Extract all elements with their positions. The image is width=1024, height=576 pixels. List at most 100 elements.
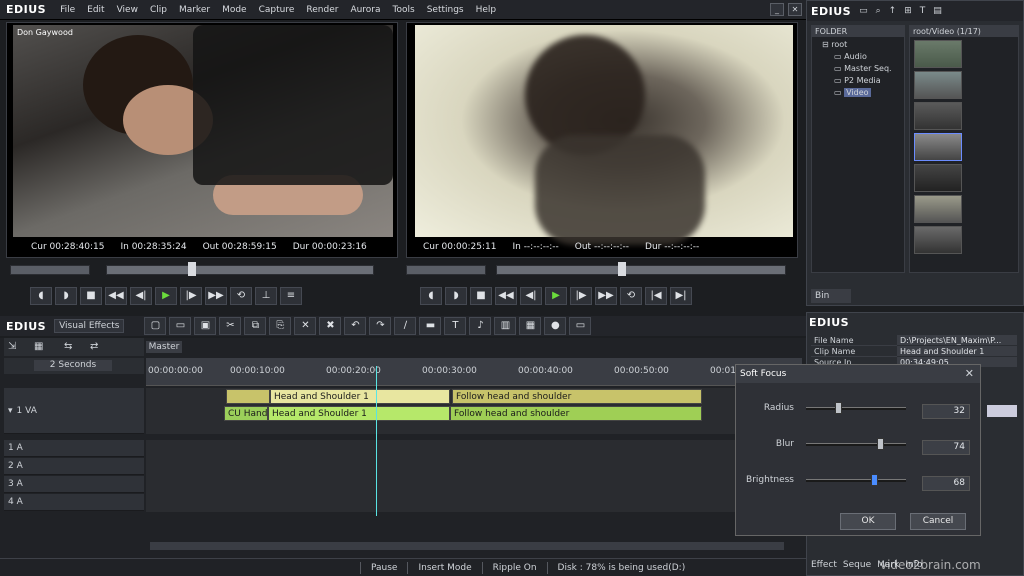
open-project-icon[interactable]: ▭: [169, 317, 192, 335]
timeline-cursor[interactable]: [376, 366, 377, 516]
step-forward-button[interactable]: |▶: [180, 287, 202, 305]
new-bin-icon[interactable]: ⊞: [904, 6, 912, 16]
redo-icon[interactable]: ↷: [369, 317, 392, 335]
brightness-slider[interactable]: [806, 474, 906, 486]
rec-step-back-button[interactable]: ◀|: [520, 287, 542, 305]
set-in-button[interactable]: ◖: [30, 287, 52, 305]
clip-cu-hand[interactable]: CU Hand: [224, 406, 268, 421]
radius-value[interactable]: 32: [922, 404, 970, 419]
cancel-button[interactable]: Cancel: [910, 513, 966, 530]
brightness-knob[interactable]: [871, 474, 878, 486]
step-back-button[interactable]: ◀|: [130, 287, 152, 305]
color-bars-icon[interactable]: ▥: [494, 317, 517, 335]
track-header-4a[interactable]: 4 A: [4, 494, 144, 511]
rec-loop-button[interactable]: ⟲: [620, 287, 642, 305]
sequence-tab-master[interactable]: Master: [146, 341, 182, 353]
paste-icon[interactable]: ⎘: [269, 317, 292, 335]
dialog-close-icon[interactable]: ✕: [965, 367, 974, 380]
copy-icon[interactable]: ⧉: [244, 317, 267, 335]
view-icon[interactable]: ▤: [933, 6, 942, 16]
radius-slider[interactable]: [806, 402, 906, 414]
timeline-ruler[interactable]: 00:00:00:00 00:00:10:00 00:00:20:00 00:0…: [146, 358, 802, 386]
cut-icon[interactable]: ✂: [219, 317, 242, 335]
mixer-icon[interactable]: ▦: [519, 317, 542, 335]
expand-icon[interactable]: ▾: [8, 406, 13, 416]
menu-edit[interactable]: Edit: [81, 5, 110, 15]
play-button[interactable]: ▶: [155, 287, 177, 305]
menu-render[interactable]: Render: [300, 5, 344, 15]
tree-master-seq[interactable]: ▭ Master Seq.: [822, 63, 904, 75]
brightness-value[interactable]: 68: [922, 476, 970, 491]
title-tool-icon[interactable]: T: [444, 317, 467, 335]
overwrite-button[interactable]: ≡: [280, 287, 302, 305]
transition-icon[interactable]: ▬: [419, 317, 442, 335]
clip-thumbnail[interactable]: [914, 164, 962, 192]
blur-knob[interactable]: [877, 438, 884, 450]
fast-forward-button[interactable]: ▶▶: [205, 287, 227, 305]
up-folder-icon[interactable]: ↑: [889, 6, 897, 16]
timeline-scale[interactable]: 2 Seconds: [34, 360, 112, 371]
rec-set-out-button[interactable]: ◗: [445, 287, 467, 305]
folder-icon[interactable]: ▭: [859, 6, 868, 16]
menu-aurora[interactable]: Aurora: [344, 5, 386, 15]
next-edit-button[interactable]: ▶|: [670, 287, 692, 305]
radius-knob[interactable]: [835, 402, 842, 414]
blur-value[interactable]: 74: [922, 440, 970, 455]
minimize-button[interactable]: _: [770, 3, 784, 16]
clip-thumbnail[interactable]: [914, 71, 962, 99]
ripple-delete-icon[interactable]: ✖: [319, 317, 342, 335]
search-icon[interactable]: ⌕: [876, 6, 881, 16]
track-header-2a[interactable]: 2 A: [4, 458, 144, 475]
clip-thumbstrip[interactable]: [226, 389, 270, 404]
clip-thumbnail[interactable]: [914, 40, 962, 68]
mic-icon[interactable]: ♪: [469, 317, 492, 335]
rec-stop-button[interactable]: ■: [470, 287, 492, 305]
player-playhead[interactable]: [188, 262, 196, 276]
visual-effects-tab[interactable]: Visual Effects: [54, 319, 125, 333]
rec-step-forward-button[interactable]: |▶: [570, 287, 592, 305]
recorder-playhead[interactable]: [618, 262, 626, 276]
bin-tab[interactable]: Bin: [811, 289, 851, 303]
menu-marker[interactable]: Marker: [173, 5, 216, 15]
clip-head-shoulder-audio[interactable]: Head and Shoulder 1: [268, 406, 450, 421]
rec-rewind-button[interactable]: ◀◀: [495, 287, 517, 305]
tab-effect[interactable]: Effect: [811, 557, 837, 573]
tree-audio[interactable]: ▭ Audio: [822, 51, 904, 63]
track-header-1a[interactable]: 1 A: [4, 440, 144, 457]
title-icon[interactable]: T: [920, 6, 926, 16]
set-out-button[interactable]: ◗: [55, 287, 77, 305]
clip-follow-head-video[interactable]: Follow head and shoulder: [452, 389, 702, 404]
tree-root[interactable]: ⊟ root: [822, 39, 904, 51]
track-add-icon[interactable]: ▦: [34, 341, 43, 352]
sync-lock-icon[interactable]: ⇆: [64, 341, 72, 352]
stop-button[interactable]: ■: [80, 287, 102, 305]
clip-head-shoulder-video[interactable]: Head and Shoulder 1: [270, 389, 450, 404]
new-sequence-icon[interactable]: ▢: [144, 317, 167, 335]
tab-sequence[interactable]: Seque: [843, 557, 871, 573]
player-shuttle[interactable]: [10, 265, 90, 275]
snap-icon[interactable]: ⇄: [90, 341, 98, 352]
clip-thumbnail[interactable]: [914, 226, 962, 254]
rec-set-in-button[interactable]: ◖: [420, 287, 442, 305]
menu-capture[interactable]: Capture: [253, 5, 301, 15]
recorder-shuttle[interactable]: [406, 265, 486, 275]
undo-icon[interactable]: ↶: [344, 317, 367, 335]
delete-icon[interactable]: ✕: [294, 317, 317, 335]
save-icon[interactable]: ▣: [194, 317, 217, 335]
clip-thumbnail[interactable]: [914, 133, 962, 161]
menu-help[interactable]: Help: [470, 5, 503, 15]
blur-slider[interactable]: [806, 438, 906, 450]
menu-clip[interactable]: Clip: [144, 5, 173, 15]
track-settings-icon[interactable]: ⇲: [8, 341, 16, 352]
menu-view[interactable]: View: [111, 5, 144, 15]
clip-thumbnail[interactable]: [914, 102, 962, 130]
loop-button[interactable]: ⟲: [230, 287, 252, 305]
menu-tools[interactable]: Tools: [387, 5, 421, 15]
ok-button[interactable]: OK: [840, 513, 896, 530]
menu-mode[interactable]: Mode: [216, 5, 253, 15]
track-header-va[interactable]: ▾ 1 VA: [4, 388, 144, 434]
menu-settings[interactable]: Settings: [421, 5, 470, 15]
rewind-button[interactable]: ◀◀: [105, 287, 127, 305]
rec-fast-forward-button[interactable]: ▶▶: [595, 287, 617, 305]
track-header-3a[interactable]: 3 A: [4, 476, 144, 493]
